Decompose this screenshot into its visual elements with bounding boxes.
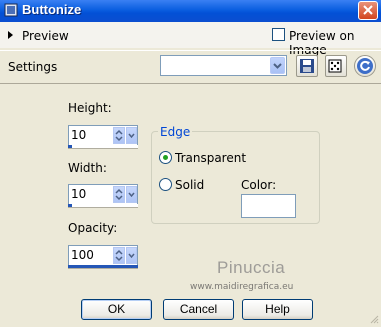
opacity-slider-fill [68, 265, 138, 268]
solid-radio-label[interactable]: Solid [175, 178, 204, 192]
watermark-url: www.maidiregrafica.eu [190, 282, 294, 292]
settings-label: Settings [8, 60, 58, 74]
height-value: 10 [71, 128, 87, 142]
chevron-down-icon[interactable] [270, 57, 285, 74]
reset-arrow-icon [357, 58, 373, 74]
opacity-dropdown-icon[interactable] [126, 247, 137, 264]
preview-toggle-label[interactable]: Preview [22, 29, 69, 43]
resize-grip-icon[interactable] [367, 314, 379, 324]
width-input[interactable]: 10 [68, 184, 138, 205]
width-spinner[interactable] [113, 186, 125, 203]
window-title: Buttonize [22, 2, 82, 17]
opacity-slider[interactable] [68, 265, 138, 269]
width-value: 10 [71, 187, 87, 201]
ok-button[interactable]: OK [81, 299, 152, 320]
transparent-radio[interactable] [159, 151, 172, 164]
width-dropdown-icon[interactable] [126, 186, 137, 203]
color-swatch[interactable] [241, 194, 296, 218]
height-slider-fill [68, 145, 72, 148]
cancel-button[interactable]: Cancel [163, 299, 234, 320]
settings-dropdown[interactable] [160, 55, 287, 76]
opacity-label: Opacity: [68, 221, 118, 235]
color-label: Color: [241, 178, 277, 192]
height-dropdown-icon[interactable] [126, 127, 137, 144]
width-slider-fill [68, 204, 72, 207]
watermark-name: Pinuccia [217, 258, 286, 277]
opacity-input[interactable]: 100 [68, 245, 138, 266]
height-label: Height: [68, 101, 112, 115]
height-input[interactable]: 10 [68, 125, 138, 146]
solid-radio[interactable] [159, 178, 172, 191]
opacity-value: 100 [71, 248, 94, 262]
opacity-spinner[interactable] [113, 247, 125, 264]
width-label: Width: [68, 161, 107, 175]
app-icon [4, 3, 18, 17]
width-slider[interactable] [68, 204, 138, 208]
transparent-radio-label[interactable]: Transparent [175, 151, 246, 165]
floppy-disk-icon [300, 59, 314, 73]
expand-preview-icon[interactable] [6, 30, 16, 40]
help-button[interactable]: Help [242, 299, 313, 320]
preview-on-image-checkbox[interactable] [272, 28, 285, 41]
dice-icon [328, 59, 342, 73]
reset-button[interactable] [354, 55, 376, 77]
height-spinner[interactable] [113, 127, 125, 144]
close-icon [363, 5, 373, 15]
radio-selected-dot [163, 155, 168, 160]
randomize-button[interactable] [325, 55, 347, 77]
save-preset-button[interactable] [296, 55, 318, 77]
close-button[interactable] [358, 1, 378, 20]
height-slider[interactable] [68, 145, 138, 149]
edge-group-title: Edge [158, 125, 193, 139]
